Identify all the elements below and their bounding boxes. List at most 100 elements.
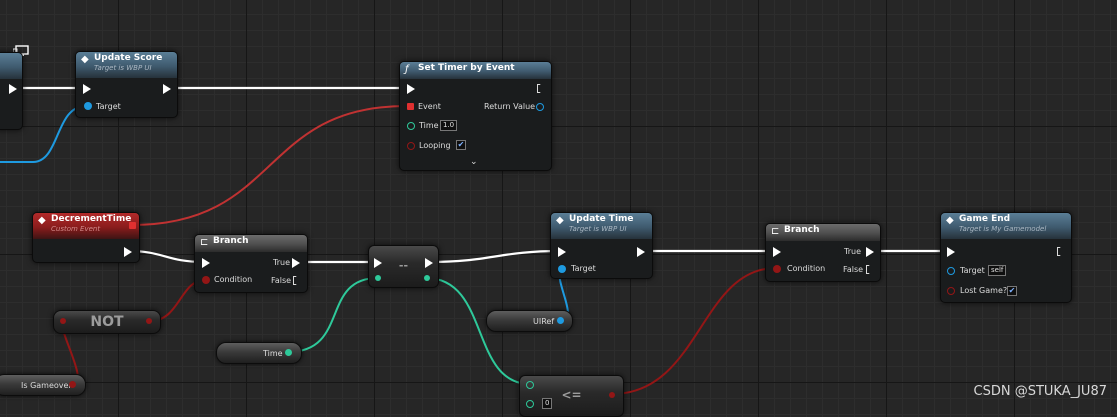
node-title: Update Time [569,214,634,224]
node-title: Branch [784,225,820,235]
exec-out-pin[interactable] [163,84,171,94]
node-decrement-operator[interactable]: -- [368,245,439,288]
exec-in-pin[interactable] [83,84,91,94]
node-update-score[interactable]: ◆ Update Score Target is WBP UI Target [75,51,178,118]
lost-game-checkbox[interactable]: ✔ [1007,286,1017,296]
exec-in-pin[interactable] [773,247,781,257]
time-value-input[interactable]: 1.0 [440,120,458,131]
event-label: Event [418,102,441,111]
exec-in-pin[interactable] [202,258,210,268]
delegate-pin[interactable] [129,222,136,229]
game-end-header: ◆ Game End Target is My Gamemodel [941,213,1071,239]
target-pin[interactable] [84,102,92,110]
float-in-pin[interactable] [375,275,381,281]
function-icon: ◆ [946,215,954,226]
looping-label: Looping [419,141,451,150]
var-time[interactable]: Time [216,342,302,364]
delegate-wire-event [131,105,407,226]
node-title: Update Score [94,53,163,63]
exec-out-pin[interactable] [425,258,433,268]
target-label: Target [571,264,596,273]
false-exec-pin[interactable] [293,276,300,285]
true-label: True [844,247,861,256]
lost-game-pin[interactable] [947,287,955,295]
bool-out-pin[interactable] [146,318,152,324]
lost-game-label: Lost Game? [960,286,1008,295]
node-not[interactable]: NOT [53,310,161,334]
true-exec-pin[interactable] [866,247,874,257]
function-icon: ƒ [405,64,409,75]
exec-in-pin[interactable] [947,247,955,257]
partial-node-left[interactable] [0,52,23,130]
false-label: False [843,265,864,274]
event-pin[interactable] [407,103,414,110]
function-icon: ◆ [81,54,89,65]
node-branch-1[interactable]: ⊏ Branch True Condition False [194,234,308,293]
node-game-end[interactable]: ◆ Game End Target is My Gamemodel Target… [940,212,1072,303]
exec-out-pin[interactable] [637,247,645,257]
branch-header: ⊏ Branch [195,235,307,252]
node-decrement-time[interactable]: ◆ DecrementTime Custom Event [32,212,140,263]
chevron-down-icon[interactable]: ⌄ [470,157,478,167]
return-value-label: Return Value [484,102,536,111]
watermark: CSDN @STUKA_JU87 [973,384,1108,399]
update-time-header: ◆ Update Time Target is WBP UI [551,213,652,239]
node-set-timer-by-event[interactable]: ƒ Set Timer by Event Event Return Value … [399,61,552,171]
target-pin[interactable] [558,265,566,273]
looping-checkbox[interactable]: ✔ [456,140,466,150]
node-branch-2[interactable]: ⊏ Branch True Condition False [765,223,881,282]
exec-out-pin[interactable] [9,84,17,94]
object-out-pin[interactable] [557,317,564,324]
target-label: Target [960,266,985,275]
float-out-pin[interactable] [285,349,292,356]
event-icon: ◆ [38,215,46,226]
node-update-time[interactable]: ◆ Update Time Target is WBP UI Target [550,212,653,279]
set-timer-header: ƒ Set Timer by Event [400,62,551,79]
condition-label: Condition [214,275,253,284]
false-label: False [271,276,292,285]
node-less-equal[interactable]: 0 <= [519,375,624,417]
target-value[interactable]: self [988,265,1007,276]
var-is-gameover[interactable]: Is Gameover [0,374,86,396]
exec-out-pin[interactable] [537,84,544,93]
var-ui-ref[interactable]: UIRef [486,310,573,332]
condition-pin[interactable] [202,276,210,284]
branch-icon: ⊏ [200,237,209,248]
le-label: <= [561,388,582,402]
update-score-header: ◆ Update Score Target is WBP UI [76,52,177,78]
target-pin[interactable] [947,267,955,275]
branch-header: ⊏ Branch [766,224,880,241]
true-label: True [273,258,290,267]
bool-out-pin[interactable] [609,392,615,398]
var-label: Is Gameover [21,381,72,390]
node-title: Branch [213,236,249,246]
bool-wire-le-cond [611,267,777,395]
exec-out-pin[interactable] [124,247,132,257]
target-label: Target [96,102,121,111]
float-out-pin[interactable] [424,275,430,281]
not-label: NOT [90,314,124,330]
looping-pin[interactable] [407,142,415,150]
condition-label: Condition [787,264,826,273]
function-icon: ◆ [556,215,564,226]
exec-wire-updatetime [428,249,562,264]
exec-out-pin[interactable] [1057,247,1064,256]
var-label: UIRef [533,317,555,326]
partial-node-header [0,53,22,79]
false-exec-pin[interactable] [866,265,873,274]
node-subtitle: Target is WBP UI [94,64,152,72]
time-pin[interactable] [407,122,415,130]
node-title: Set Timer by Event [418,63,515,73]
node-title: DecrementTime [51,214,132,224]
node-subtitle: Target is My Gamemodel [959,225,1047,233]
exec-in-pin[interactable] [558,247,566,257]
return-value-pin[interactable] [536,103,544,111]
bool-out-pin[interactable] [69,381,76,388]
node-title: Game End [959,214,1011,224]
decrement-time-header: ◆ DecrementTime Custom Event [33,213,139,239]
node-subtitle: Custom Event [51,225,101,233]
condition-pin[interactable] [773,265,781,273]
time-label: Time [419,121,439,130]
true-exec-pin[interactable] [292,258,300,268]
exec-in-pin[interactable] [407,84,415,94]
